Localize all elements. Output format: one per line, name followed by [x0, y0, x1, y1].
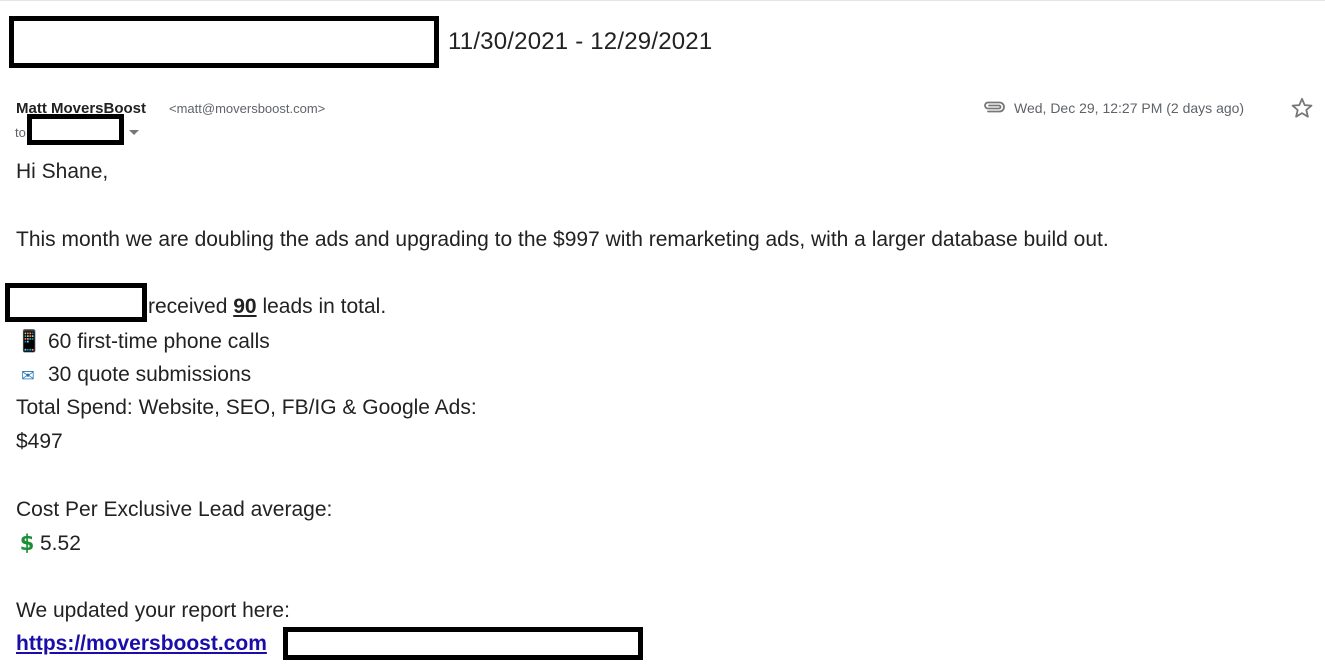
paperclip-icon: [984, 101, 1005, 113]
email-icon: ✉: [21, 366, 35, 385]
email-date: Wed, Dec 29, 12:27 PM (2 days ago): [1014, 100, 1245, 116]
sender-email: <matt@moversboost.com>: [169, 101, 326, 116]
leads-count: 90: [233, 295, 257, 318]
quote-submissions-text: 30 quote submissions: [48, 363, 252, 386]
quote-submissions-line: ✉ 30 quote submissions: [16, 363, 251, 387]
redacted-company-name: [5, 283, 147, 322]
report-intro: We updated your report here:: [16, 599, 290, 622]
redacted-recipient: [27, 114, 124, 145]
star-icon[interactable]: [1290, 96, 1314, 120]
greeting: Hi Shane,: [16, 160, 109, 183]
report-link[interactable]: https://moversboost.com: [16, 632, 267, 656]
total-spend-label: Total Spend: Website, SEO, FB/IG & Googl…: [16, 396, 477, 419]
mobile-phone-icon: 📱: [16, 329, 43, 353]
redacted-subject-prefix: [9, 16, 439, 68]
email-subject-dates: 11/30/2021 - 12/29/2021: [448, 28, 713, 55]
leads-suffix: leads in total.: [262, 295, 387, 318]
total-spend-value: $497: [16, 430, 63, 453]
redacted-report-path: [283, 627, 643, 660]
dollar-sign-icon: $: [19, 531, 35, 555]
recipient-to-label: to: [15, 125, 26, 140]
intro-paragraph: This month we are doubling the ads and u…: [16, 228, 1109, 251]
cost-per-lead-label: Cost Per Exclusive Lead average:: [16, 498, 333, 521]
phone-calls-text: 60 first-time phone calls: [48, 330, 270, 353]
leads-summary: received 90 leads in total.: [148, 295, 386, 319]
leads-prefix: received: [148, 295, 228, 318]
top-divider: [0, 0, 1325, 1]
phone-calls-line: 📱 60 first-time phone calls: [16, 329, 270, 354]
cost-per-lead-line: $5.52: [16, 531, 81, 556]
recipient-details-chevron-down-icon[interactable]: [129, 130, 139, 135]
cost-per-lead-value: 5.52: [40, 532, 81, 555]
